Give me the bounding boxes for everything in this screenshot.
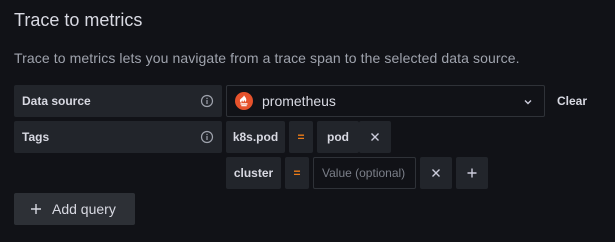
section-title: Trace to metrics — [14, 10, 143, 30]
add-query-label: Add query — [52, 201, 116, 217]
tag-value-input[interactable] — [313, 157, 416, 189]
tag-value-chip[interactable]: pod — [317, 121, 359, 153]
tag-key-chip[interactable]: cluster — [226, 157, 281, 189]
data-source-label-box: Data source — [14, 85, 222, 117]
tag-key-chip[interactable]: k8s.pod — [226, 121, 285, 153]
info-circle-icon[interactable] — [200, 94, 214, 108]
close-icon — [371, 133, 379, 141]
data-source-value: prometheus — [262, 93, 336, 109]
data-source-label: Data source — [22, 94, 91, 108]
clear-button[interactable]: Clear — [551, 85, 593, 117]
prometheus-icon — [235, 92, 253, 110]
add-tag-button[interactable] — [456, 157, 488, 189]
remove-tag-button[interactable] — [420, 157, 452, 189]
tags-label-box: Tags — [14, 121, 222, 153]
add-query-button[interactable]: Add query — [14, 193, 135, 225]
info-circle-icon[interactable] — [200, 130, 214, 144]
close-icon — [432, 169, 440, 177]
tag-operator-chip[interactable]: = — [289, 121, 313, 153]
remove-tag-button[interactable] — [359, 121, 391, 153]
plus-icon — [467, 168, 477, 178]
data-source-select[interactable]: prometheus — [226, 85, 545, 117]
tag-operator-chip[interactable]: = — [285, 157, 309, 189]
plus-icon — [31, 204, 41, 214]
chevron-down-icon — [524, 100, 532, 105]
section-description: Trace to metrics lets you navigate from … — [14, 50, 520, 66]
tags-label: Tags — [22, 130, 50, 144]
